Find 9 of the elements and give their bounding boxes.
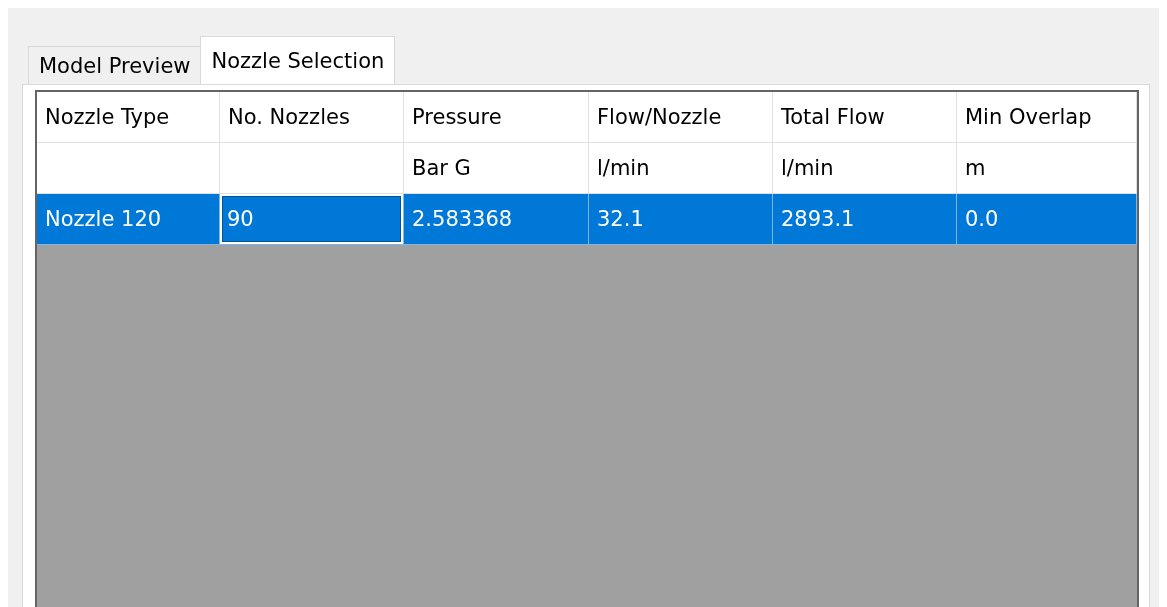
cell-editor[interactable]: 90 (220, 194, 403, 244)
table-cell: 2893.1 (773, 194, 957, 245)
table-cell: 0.0 (957, 194, 1137, 245)
tab[interactable]: Model Preview (28, 46, 202, 84)
table-cell: 32.1 (589, 194, 773, 245)
tab[interactable]: Nozzle Selection (200, 36, 396, 84)
table-cell: Nozzle 120 (37, 194, 220, 245)
table-cell: 2.583368 (404, 194, 589, 245)
table-row[interactable]: Nozzle 120 90 2.583368 32.1 2893.1 0.0 (37, 194, 1137, 245)
